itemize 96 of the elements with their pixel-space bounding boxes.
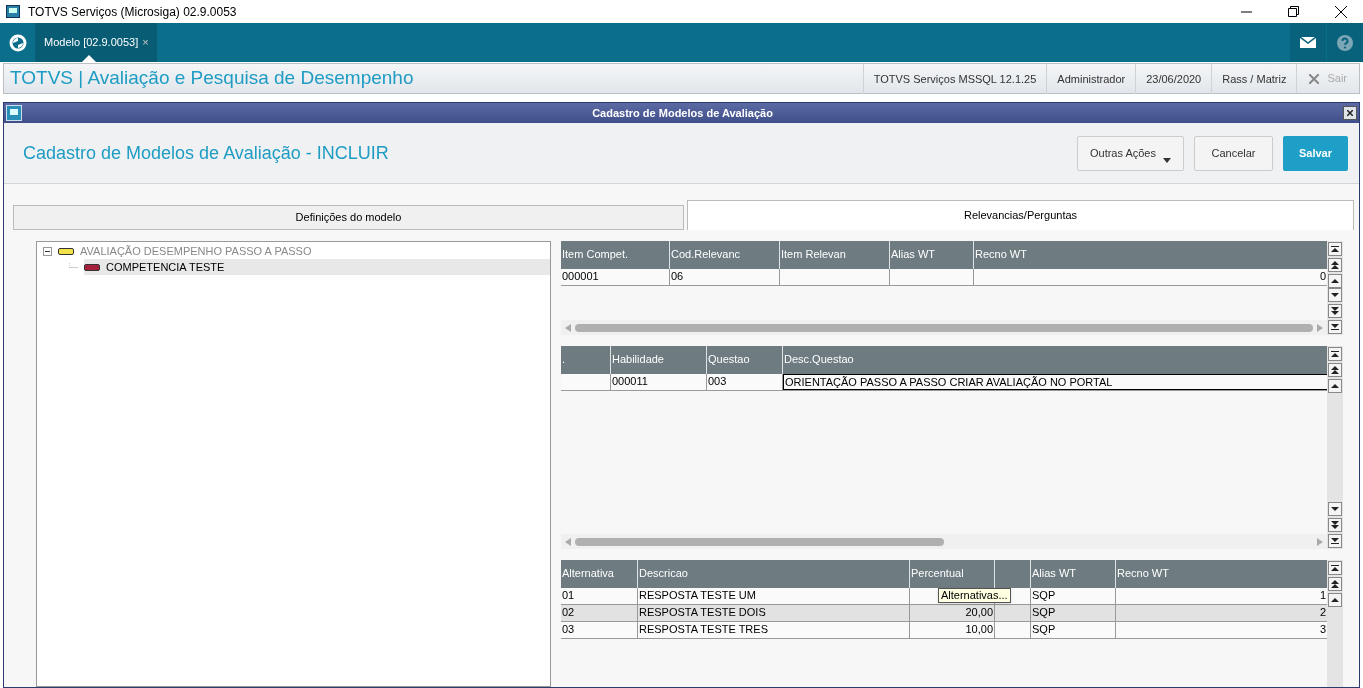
table-cell: SQP (1032, 623, 1056, 635)
column-header[interactable]: Cod.Relevanc (670, 248, 741, 260)
arrow-icon (1331, 382, 1339, 390)
table-row[interactable]: 03 RESPOSTA TESTE TRES 10,00 SQP 3 (561, 622, 1327, 639)
scroll-button[interactable] (1328, 561, 1342, 575)
dialog-heading: Cadastro de Modelos de Avaliação - INCLUIR (23, 141, 390, 165)
column-header[interactable]: Percentual (910, 567, 964, 579)
restore-icon[interactable] (1288, 6, 1299, 17)
table-row[interactable]: 02 RESPOSTA TESTE DOIS 20,00 SQP 2 (561, 605, 1327, 622)
table-cell: 000001 (562, 270, 599, 282)
mail-icon[interactable] (1300, 37, 1316, 48)
app-tab[interactable]: Modelo [02.9.0053] × (36, 23, 157, 62)
column-header[interactable]: . (561, 353, 566, 365)
column-header[interactable]: Recno WT (974, 248, 1027, 260)
collapse-icon[interactable] (43, 246, 52, 256)
column-header[interactable]: Item Relevan (780, 248, 846, 260)
table-cell: 03 (562, 623, 575, 635)
tooltip: Alternativas... (938, 588, 1011, 603)
arrow-icon (1331, 307, 1339, 315)
table-cell: 10,00 (965, 623, 993, 635)
column-header[interactable]: Item Compet. (561, 248, 629, 260)
status-info: TOTVS Serviços MSSQL 12.1.25 (862, 63, 1047, 94)
table-cell: 06 (671, 270, 684, 282)
tree-item[interactable]: COMPETENCIA TESTE (84, 259, 550, 275)
table-cell: 2 (1319, 606, 1326, 618)
menu-button[interactable]: Outras Ações (1076, 135, 1184, 171)
help-icon[interactable] (1337, 34, 1353, 51)
dialog-title: Cadastro de Modelos de Avaliação (591, 105, 774, 121)
table-cell: 003 (708, 375, 727, 387)
close-icon (1309, 73, 1320, 84)
arrow-icon (1331, 245, 1339, 253)
logo-icon[interactable] (8, 33, 27, 52)
status-info: 23/06/2020 (1135, 63, 1212, 94)
table-cell: RESPOSTA TESTE UM (639, 589, 756, 601)
scroll-button[interactable] (1328, 577, 1342, 591)
scroll-button[interactable] (1328, 502, 1342, 516)
table-cell: 000011 (612, 375, 648, 387)
arrow-icon (1331, 564, 1339, 572)
status-info: Rass / Matriz (1211, 63, 1297, 94)
table-cell: ORIENTAÇÃO PASSO A PASSO CRIAR AVALIAÇÃO NO PORTAL (785, 376, 1113, 388)
arrow-icon (1331, 596, 1339, 604)
scroll-button[interactable] (1328, 363, 1342, 377)
table-cell: 3 (1319, 623, 1326, 635)
window-title: TOTVS Serviços (Microsiga) 02.9.0053 (28, 3, 237, 21)
scroll-button[interactable] (1328, 534, 1342, 548)
close-button[interactable] (1343, 106, 1357, 120)
arrow-icon (1331, 505, 1339, 513)
arrow-icon (1331, 521, 1339, 529)
table-row[interactable]: 000001 06 0 (561, 269, 1327, 286)
arrow-icon (1331, 323, 1339, 331)
table-cell: 0 (1319, 270, 1326, 282)
table-cell: 1 (1319, 589, 1326, 601)
column-header[interactable]: Alias WT (890, 248, 935, 260)
arrow-icon (1331, 350, 1339, 358)
scroll-button[interactable] (1328, 304, 1342, 318)
column-header[interactable]: Descricao (638, 567, 688, 579)
column-header[interactable]: Questao (707, 353, 750, 365)
column-header[interactable]: Habilidade (611, 353, 664, 365)
cancel-button[interactable]: Cancelar (1194, 135, 1273, 171)
status-info: Administrador (1046, 63, 1136, 94)
scroll-button[interactable] (1328, 274, 1342, 288)
table-row[interactable]: 000011 003 ORIENTAÇÃO PASSO A PASSO CRIAR AVALIAÇÃO NO PORTAL (561, 374, 1327, 391)
arrow-icon (1331, 580, 1339, 588)
scroll-button[interactable] (1328, 320, 1342, 334)
app-title: TOTVS | Avaliação e Pesquisa de Desempenho (9, 66, 414, 91)
scroll-button[interactable] (1328, 518, 1342, 532)
save-button[interactable]: Salvar (1283, 135, 1348, 171)
close-icon (1347, 110, 1353, 116)
table-cell: SQP (1032, 606, 1056, 618)
scroll-button[interactable] (1328, 379, 1342, 393)
table-cell: 01 (562, 589, 575, 601)
close-icon[interactable] (1335, 5, 1347, 18)
app-icon (6, 5, 20, 18)
column-header[interactable]: Recno WT (1116, 567, 1169, 579)
table-cell: RESPOSTA TESTE TRES (639, 623, 768, 635)
caret-icon (1163, 157, 1171, 163)
arrow-icon (1331, 537, 1339, 545)
table-cell: SQP (1032, 589, 1056, 601)
tab[interactable]: Relevancias/Perguntas (687, 200, 1354, 230)
column-header[interactable]: Alternativa (561, 567, 614, 579)
close-icon[interactable]: × (142, 34, 149, 51)
table-cell: 20,00 (965, 606, 993, 618)
scroll-button[interactable] (1328, 242, 1342, 256)
scroll-button[interactable] (1328, 288, 1342, 302)
scroll-button[interactable] (1328, 258, 1342, 272)
table-cell: RESPOSTA TESTE DOIS (639, 606, 766, 618)
arrow-icon (1331, 366, 1339, 374)
arrow-icon (1331, 261, 1339, 269)
scroll-button[interactable] (1328, 347, 1342, 361)
tree-item[interactable]: AVALIAÇÃO DESEMPENHO PASSO A PASSO (58, 243, 550, 259)
table-cell: 02 (562, 606, 575, 618)
scroll-button[interactable] (1328, 593, 1342, 607)
tab[interactable]: Definições do modelo (13, 205, 684, 230)
window-icon (6, 105, 22, 121)
column-header[interactable]: Alias WT (1031, 567, 1076, 579)
column-header[interactable]: Desc.Questao (783, 353, 854, 365)
